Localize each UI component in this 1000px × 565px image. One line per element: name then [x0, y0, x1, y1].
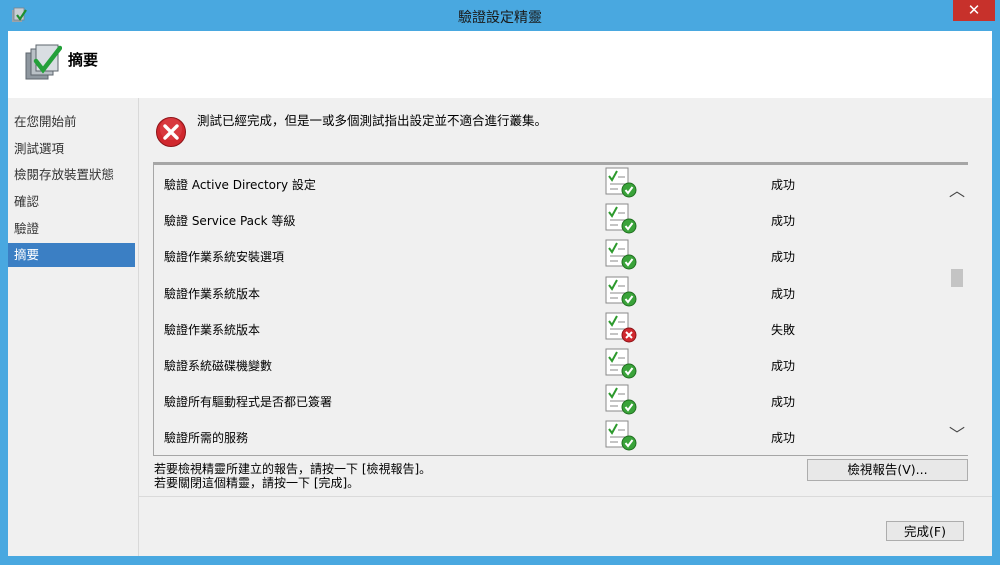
- status-message: 測試已經完成，但是一或多個測試指出設定並不適合進行叢集。: [197, 113, 548, 128]
- wizard-window: 驗證設定精靈 ✕ 摘要 在您開始前 測試選項 檢閱存放裝置狀態 確認 驗證 摘要…: [0, 0, 1000, 565]
- test-result-row[interactable]: 驗證作業系統版本 失敗: [154, 310, 939, 346]
- report-success-icon: [604, 201, 638, 235]
- nav-item-before-you-begin[interactable]: 在您開始前: [8, 110, 135, 134]
- test-result-row[interactable]: 驗證系統磁碟機變數 成功: [154, 346, 939, 382]
- test-name: 驗證系統磁碟機變數: [164, 359, 273, 373]
- test-result-row[interactable]: 驗證所有驅動程式是否都已簽署 成功: [154, 382, 939, 418]
- test-result-row[interactable]: 驗證作業系統安裝選項 成功: [154, 237, 939, 273]
- test-result-row[interactable]: 驗證作業系統版本 成功: [154, 274, 939, 310]
- cluster-validation-icon: [25, 44, 62, 80]
- report-success-icon: [604, 165, 638, 199]
- test-name: 驗證作業系統安裝選項: [164, 250, 285, 265]
- report-failure-icon: [604, 310, 638, 344]
- test-name: 驗證 Active Directory 設定: [164, 178, 316, 192]
- test-result: 成功: [771, 214, 796, 229]
- test-name: 驗證所有驅動程式是否都已簽署: [164, 395, 333, 410]
- test-result: 成功: [771, 395, 796, 410]
- nav-item-validating[interactable]: 驗證: [8, 217, 135, 241]
- test-name: 驗證作業系統版本: [164, 286, 261, 301]
- report-success-icon: [604, 237, 638, 271]
- scroll-down-icon[interactable]: ﹀: [946, 421, 968, 444]
- summary-panel: 測試已經完成，但是一或多個測試指出設定並不適合進行叢集。 驗證 Active D…: [139, 98, 992, 556]
- title-bar[interactable]: 驗證設定精靈 ✕: [0, 0, 1000, 31]
- nav-item-test-options[interactable]: 測試選項: [8, 137, 135, 161]
- report-success-icon: [604, 346, 638, 380]
- scroll-up-icon[interactable]: ︿: [946, 177, 968, 200]
- test-result: 成功: [771, 359, 796, 373]
- scrollbar-thumb[interactable]: [951, 269, 963, 287]
- report-success-icon: [604, 382, 638, 416]
- report-success-icon: [604, 418, 638, 452]
- footer-divider: [139, 496, 992, 497]
- test-result-row[interactable]: 驗證 Service Pack 等級 成功: [154, 201, 939, 237]
- report-success-icon: [604, 274, 638, 308]
- hint-close-wizard: 若要關閉這個精靈，請按一下 [完成]。: [154, 476, 360, 490]
- wizard-steps-nav: 在您開始前 測試選項 檢閱存放裝置狀態 確認 驗證 摘要: [8, 98, 139, 556]
- nav-item-storage-status[interactable]: 檢閱存放裝置狀態: [8, 163, 135, 187]
- close-button[interactable]: ✕: [953, 0, 995, 21]
- test-result-row[interactable]: 驗證所需的服務 成功: [154, 418, 939, 454]
- test-result: 失敗: [771, 322, 796, 337]
- test-result: 成功: [771, 286, 796, 301]
- test-result-row[interactable]: 驗證 Active Directory 設定 成功: [154, 165, 939, 201]
- test-name: 驗證 Service Pack 等級: [164, 214, 296, 229]
- page-title: 摘要: [68, 51, 99, 69]
- nav-item-summary[interactable]: 摘要: [8, 243, 135, 267]
- vertical-scrollbar[interactable]: ︿ ﹀: [946, 165, 968, 455]
- test-results-list[interactable]: 驗證 Active Directory 設定 成功 驗證 Service Pack …: [153, 162, 968, 456]
- test-result: 成功: [771, 178, 796, 192]
- test-name: 驗證作業系統版本: [164, 322, 261, 337]
- test-result: 成功: [771, 250, 796, 265]
- view-report-button[interactable]: 檢視報告(V)...: [807, 459, 968, 481]
- error-icon: [156, 117, 186, 147]
- nav-item-confirmation[interactable]: 確認: [8, 190, 135, 214]
- window-title: 驗證設定精靈: [458, 10, 542, 26]
- test-result: 成功: [771, 431, 796, 446]
- test-name: 驗證所需的服務: [164, 431, 249, 446]
- wizard-header: 摘要: [8, 31, 992, 99]
- finish-button[interactable]: 完成(F): [886, 521, 964, 541]
